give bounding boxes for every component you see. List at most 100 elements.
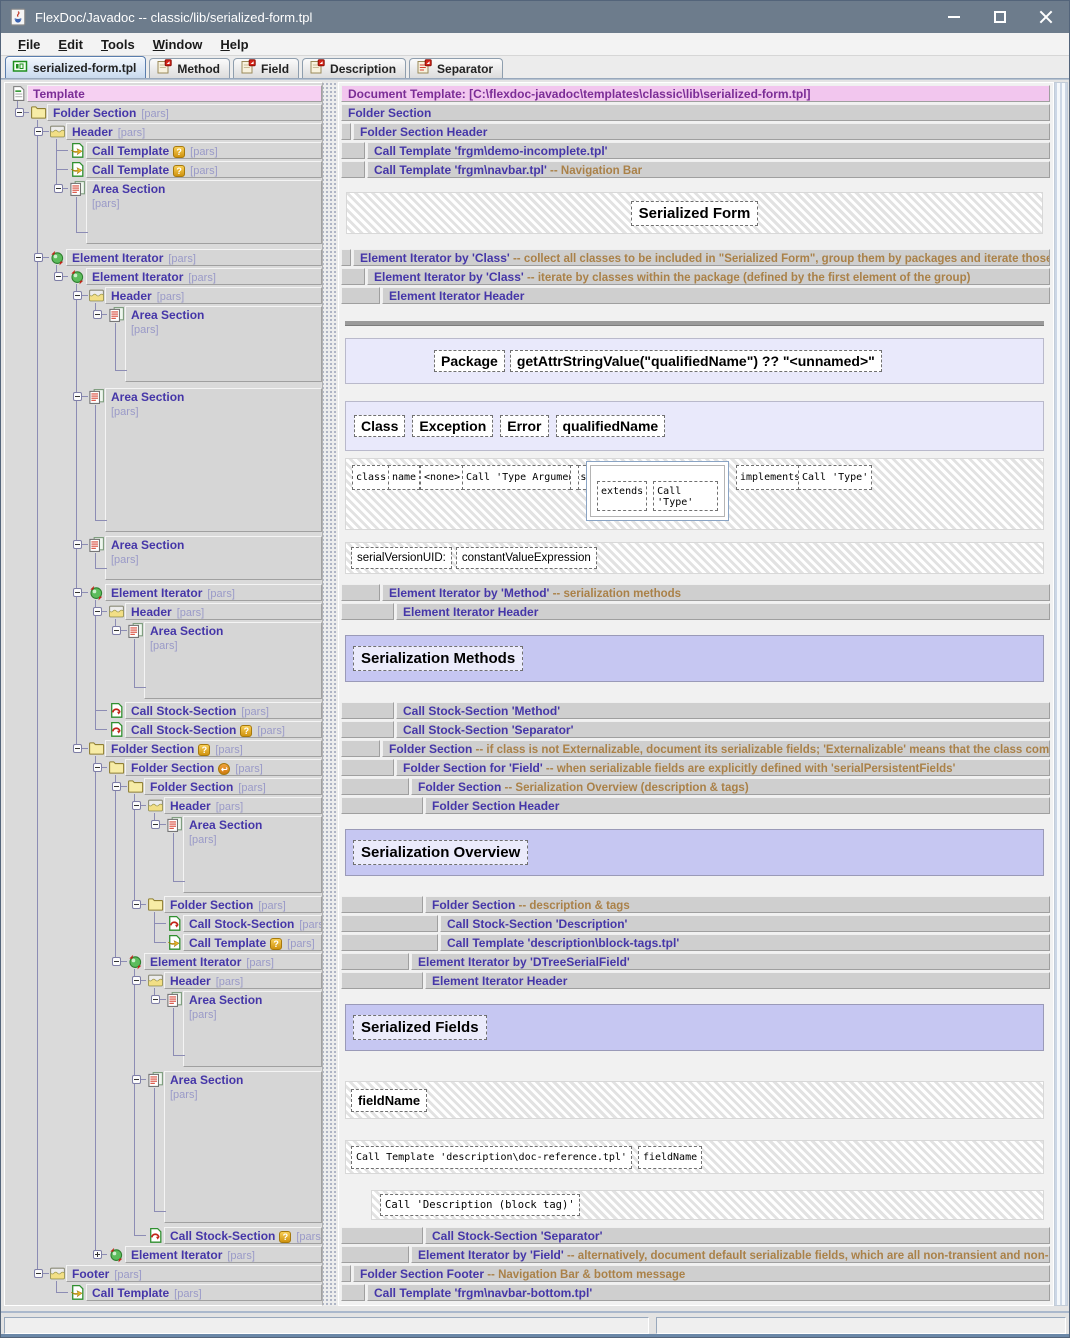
row-element-iterator-header[interactable]: Element Iterator Header (425, 972, 1050, 989)
tree-node-header[interactable]: Header[pars] (164, 797, 322, 814)
menu-item-tools[interactable]: Tools (92, 35, 144, 54)
tree-node-element-iterator[interactable]: Element Iterator[pars] (86, 268, 322, 285)
row-folder-section-footer[interactable]: Folder Section Footer -- Navigation Bar … (353, 1265, 1050, 1282)
tree-node-footer[interactable]: Footer[pars] (66, 1265, 322, 1282)
row-folder-section-header[interactable]: Folder Section Header (425, 797, 1050, 814)
tree-node-element-iterator[interactable]: Element Iterator[pars] (125, 1246, 322, 1263)
collapse-toggle[interactable] (73, 540, 82, 549)
tree-node-call-template[interactable]: Call Template?[pars] (183, 934, 322, 951)
class-token-box-3[interactable]: qualifiedName (556, 415, 666, 437)
implements-type-box[interactable]: Call 'Type' (798, 465, 872, 490)
row-element-iterator-by-method-[interactable]: Element Iterator by 'Method' -- serializ… (382, 584, 1050, 601)
collapse-toggle[interactable] (73, 291, 82, 300)
serial-version-uid-box[interactable]: serialVersionUID: (351, 547, 452, 569)
collapse-toggle[interactable] (73, 392, 82, 401)
collapse-toggle[interactable] (73, 744, 82, 753)
collapse-toggle[interactable] (15, 108, 24, 117)
extends-token-box-1[interactable]: Call 'Type' (653, 481, 718, 511)
tree-node-folder-section[interactable]: Folder Section[pars] (47, 104, 322, 121)
tab-description[interactable]: Description (302, 58, 406, 78)
tree-node-call-template[interactable]: Call Template?[pars] (86, 161, 322, 178)
tree-node-call-template[interactable]: Call Template?[pars] (86, 142, 322, 159)
tree-node-call-template[interactable]: Call Template[pars] (86, 1284, 322, 1301)
maximize-button[interactable] (977, 1, 1023, 33)
banner-title-box-1[interactable]: Serialization Overview (353, 840, 528, 865)
tab-method[interactable]: Method (149, 58, 230, 78)
collapse-toggle[interactable] (112, 957, 121, 966)
class-token-box-1[interactable]: Exception (412, 415, 493, 437)
tree-node-template[interactable]: Template (27, 85, 322, 102)
tree-node-call-stock-section[interactable]: Call Stock-Section[pars] (125, 702, 322, 719)
row-call-template-frgm-navbar-bottom-tpl-[interactable]: Call Template 'frgm\navbar-bottom.tpl' (367, 1284, 1050, 1301)
collapse-toggle[interactable] (73, 588, 82, 597)
collapse-toggle[interactable] (34, 253, 43, 262)
tree-node-call-stock-section[interactable]: Call Stock-Section[pars] (183, 915, 322, 932)
package-label-box[interactable]: Package (434, 350, 505, 372)
row-element-iterator-by-class-[interactable]: Element Iterator by 'Class' -- iterate b… (367, 268, 1050, 285)
row-call-template-frgm-navbar-tpl-[interactable]: Call Template 'frgm\navbar.tpl' -- Navig… (367, 161, 1050, 178)
row-folder-section-header[interactable]: Folder Section Header (353, 123, 1050, 140)
tree-node-area-section[interactable]: Area Section[pars] (86, 180, 322, 244)
tab-serialized-form-tpl[interactable]: serialized-form.tpl (5, 56, 146, 78)
collapse-toggle[interactable] (54, 272, 63, 281)
collapse-toggle[interactable] (34, 127, 43, 136)
tree-node-folder-section[interactable]: Folder Section↩[pars] (125, 759, 322, 776)
banner-title-box-2[interactable]: Serialized Fields (353, 1015, 487, 1040)
tree-node-header[interactable]: Header[pars] (125, 603, 322, 620)
collapse-toggle[interactable] (112, 626, 121, 635)
collapse-toggle[interactable] (112, 782, 121, 791)
row-folder-section[interactable]: Folder Section -- Serialization Overview… (411, 778, 1050, 795)
collapse-toggle[interactable] (151, 995, 160, 1004)
tree-node-element-iterator[interactable]: Element Iterator[pars] (66, 249, 322, 266)
tree-node-area-section[interactable]: Area Section[pars] (183, 816, 322, 893)
tree-node-call-stock-section[interactable]: Call Stock-Section?[pars] (125, 721, 322, 738)
row-call-stock-section-separator-[interactable]: Call Stock-Section 'Separator' (396, 721, 1050, 738)
row-element-iterator-header[interactable]: Element Iterator Header (396, 603, 1050, 620)
row-call-template-frgm-demo-incomplete-tpl-[interactable]: Call Template 'frgm\demo-incomplete.tpl' (367, 142, 1050, 159)
tree-node-area-section[interactable]: Area Section[pars] (105, 536, 322, 580)
minimize-button[interactable] (931, 1, 977, 33)
row-folder-section[interactable]: Folder Section (341, 104, 1050, 121)
collapse-toggle[interactable] (93, 310, 102, 319)
menu-item-help[interactable]: Help (211, 35, 257, 54)
document-template-title-row[interactable]: Document Template: [C:\flexdoc-javadoc\t… (341, 85, 1050, 102)
row-folder-section[interactable]: Folder Section -- description & tags (425, 896, 1050, 913)
collapse-toggle[interactable] (93, 763, 102, 772)
code-token-box-2[interactable]: <none> (420, 465, 464, 490)
tree-node-area-section[interactable]: Area Section[pars] (105, 388, 322, 532)
collapse-toggle[interactable] (132, 801, 141, 810)
tree-node-call-stock-section[interactable]: Call Stock-Section?[pars] (164, 1227, 322, 1244)
row-folder-section[interactable]: Folder Section -- if class is not Extern… (382, 740, 1050, 757)
row-element-iterator-by-field-[interactable]: Element Iterator by 'Field' -- alternati… (411, 1246, 1050, 1263)
row-call-template-description-block-tags-tpl-[interactable]: Call Template 'description\block-tags.tp… (440, 934, 1050, 951)
qualified-name-expression-box[interactable]: getAttrStringValue("qualifiedName") ?? "… (510, 350, 882, 372)
code-token-box-0[interactable]: class (352, 465, 390, 490)
row-element-iterator-by-class-[interactable]: Element Iterator by 'Class' -- collect a… (353, 249, 1050, 266)
class-token-box-0[interactable]: Class (354, 415, 405, 437)
tree-node-area-section[interactable]: Area Section[pars] (144, 622, 322, 699)
collapse-toggle[interactable] (54, 184, 63, 193)
menu-item-file[interactable]: File (9, 35, 49, 54)
tree-node-folder-section[interactable]: Folder Section[pars] (164, 896, 322, 913)
class-token-box-2[interactable]: Error (500, 415, 548, 437)
call-description-box[interactable]: Call 'Description (block tag)' (380, 1194, 580, 1216)
tree-node-folder-section[interactable]: Folder Section[pars] (144, 778, 322, 795)
menu-item-window[interactable]: Window (144, 35, 212, 54)
collapse-toggle[interactable] (93, 607, 102, 616)
collapse-toggle[interactable] (151, 820, 160, 829)
empty-token-box[interactable] (570, 465, 579, 490)
row-element-iterator-header[interactable]: Element Iterator Header (382, 287, 1050, 304)
tree-node-element-iterator[interactable]: Element Iterator[pars] (105, 584, 322, 601)
call-template-doc-reference-box[interactable]: Call Template 'description\doc-reference… (351, 1146, 632, 1169)
tree-node-area-section[interactable]: Area Section[pars] (183, 991, 322, 1067)
banner-title-box-0[interactable]: Serialization Methods (353, 646, 523, 671)
panel-splitter[interactable] (323, 82, 338, 1306)
row-call-stock-section-description-[interactable]: Call Stock-Section 'Description' (440, 915, 1050, 932)
tree-node-folder-section[interactable]: Folder Section?[pars] (105, 740, 322, 757)
row-call-stock-section-method-[interactable]: Call Stock-Section 'Method' (396, 702, 1050, 719)
extends-token-box-0[interactable]: extends (597, 481, 647, 511)
tree-node-header[interactable]: Header[pars] (66, 123, 322, 140)
constant-value-expression-box[interactable]: constantValueExpression (456, 547, 597, 569)
tree-node-area-section[interactable]: Area Section[pars] (125, 306, 322, 382)
menu-item-edit[interactable]: Edit (49, 35, 92, 54)
